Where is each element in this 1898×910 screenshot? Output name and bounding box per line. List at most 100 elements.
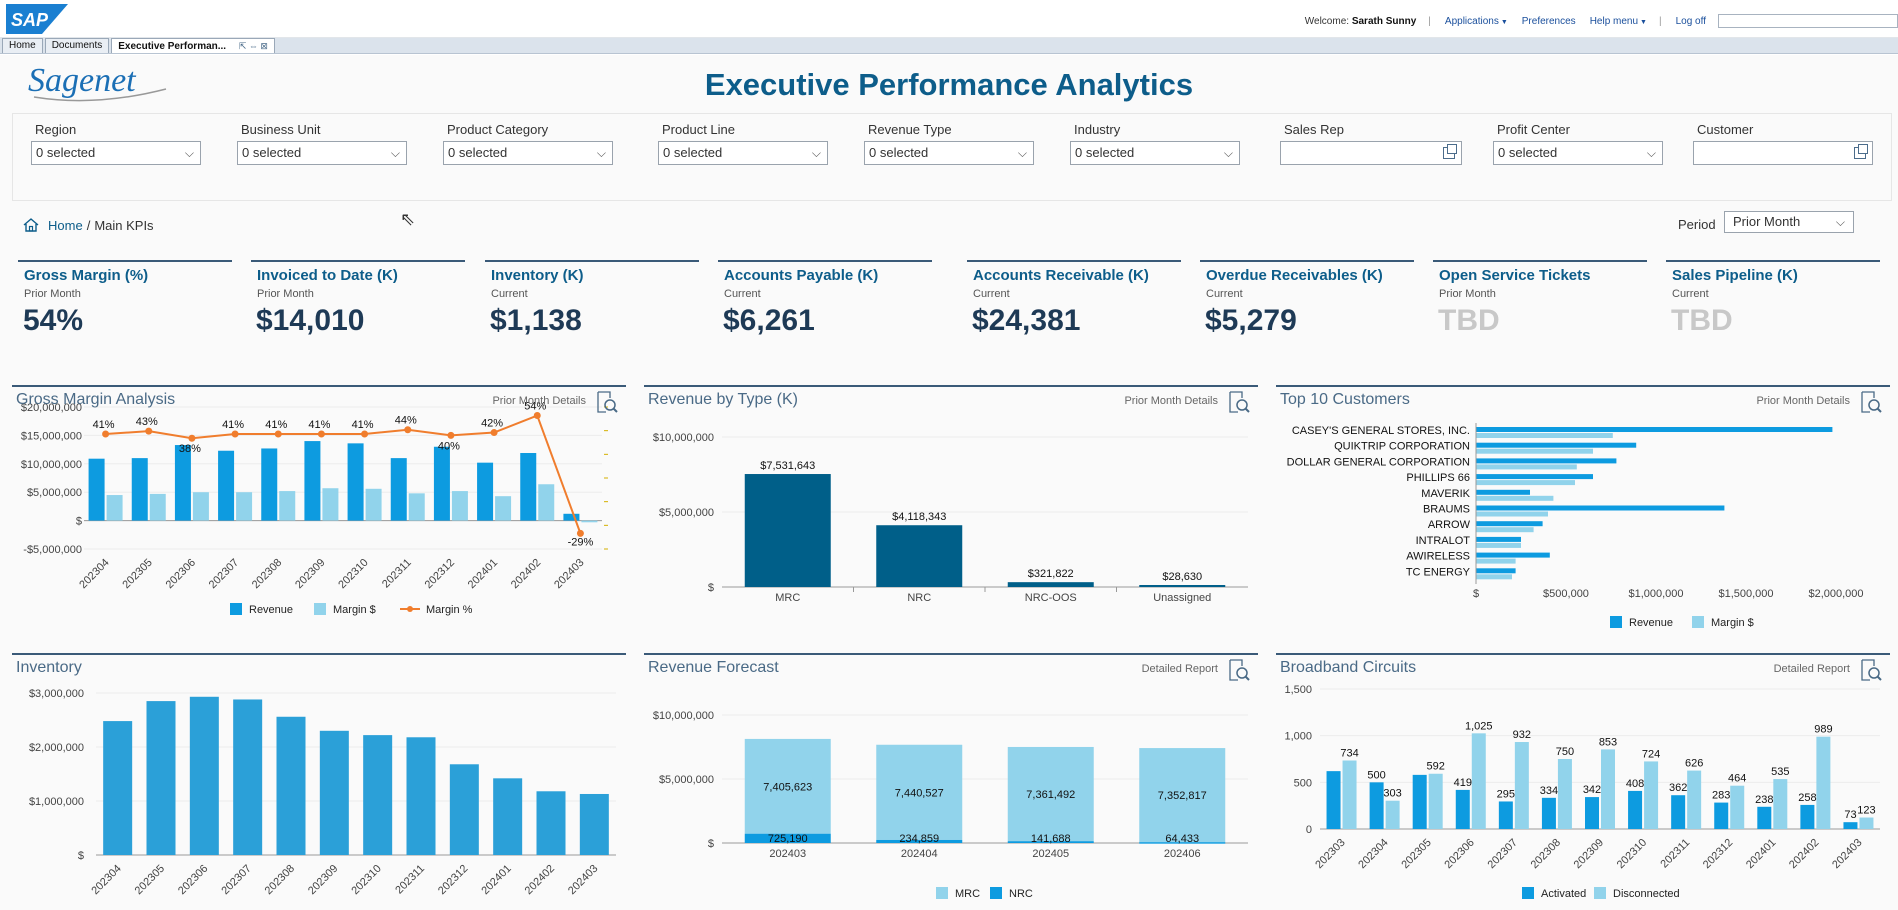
value-help-icon[interactable] [1854, 144, 1868, 159]
legend-swatch [1610, 616, 1622, 628]
bb-disconnected-label: 724 [1642, 748, 1660, 760]
breadcrumb-home-link[interactable]: Home [48, 218, 83, 233]
bb-disconnected-label: 989 [1814, 724, 1832, 736]
sap-logo[interactable]: SAP [6, 4, 68, 34]
kpi-invoiced-to-date[interactable]: Invoiced to Date (K) Prior Month $14,010 [251, 260, 465, 340]
customer-input[interactable] [1693, 141, 1873, 165]
details-link[interactable]: Prior Month Details [1124, 395, 1218, 407]
rt-value-label: $4,118,343 [892, 511, 946, 523]
region-select[interactable]: 0 selected ⌵ [31, 141, 201, 165]
legend-label: Revenue [1629, 617, 1673, 629]
gm-revenue-bar [131, 458, 148, 521]
detailed-report-link[interactable]: Detailed Report [1774, 663, 1850, 675]
tc-x-tick-label: $2,000,000 [1808, 588, 1863, 600]
profit-center-select[interactable]: 0 selected ⌵ [1493, 141, 1663, 165]
details-link[interactable]: Prior Month Details [1756, 395, 1850, 407]
broadband-circuits-chart[interactable]: 1,500 1,000 500 0 734 202303 500 303 202304 592 20… [1276, 655, 1890, 910]
inv-bar [319, 730, 349, 855]
portal-search-input[interactable] [1718, 14, 1898, 28]
period-select[interactable]: Prior Month ⌵ [1724, 211, 1854, 233]
bb-disconnected-bar [1557, 759, 1572, 829]
business-unit-select[interactable]: 0 selected ⌵ [237, 141, 407, 165]
detailed-report-link[interactable]: Detailed Report [1142, 663, 1218, 675]
tc-customer-label: CASEY'S GENERAL STORES, INC. [1292, 425, 1470, 437]
rt-y-tick-label: $10,000,000 [653, 432, 714, 444]
kpi-accounts-receivable[interactable]: Accounts Receivable (K) Current $24,381 [967, 260, 1181, 340]
magnify-report-icon[interactable] [1860, 658, 1882, 682]
gross-margin-chart[interactable]: $20,000,000$15,000,000$10,000,000$5,000,… [12, 387, 626, 687]
inventory-chart[interactable]: $3,000,000 $2,000,000 $1,000,000 $202304 202… [12, 655, 626, 910]
fc-category-label: 202406 [1164, 848, 1201, 860]
bb-disconnected-label: 464 [1728, 773, 1746, 785]
value-help-icon[interactable] [1443, 144, 1457, 159]
kpi-sales-pipeline[interactable]: Sales Pipeline (K) Current TBD [1666, 260, 1880, 340]
tc-margin-bar [1476, 495, 1554, 501]
inv-x-tick-label: 202309 [306, 863, 340, 897]
revenue-by-type-chart[interactable]: $10,000,000 $5,000,000 $ $7,531,643 MRC $4,11… [644, 387, 1258, 687]
preferences-link[interactable]: Preferences [1522, 16, 1576, 27]
home-icon[interactable] [22, 217, 40, 233]
portal-tabs: Home Documents Executive Performan... ⇱ … [0, 38, 1898, 54]
broadband-circuits-panel: 1,500 1,000 500 0 734 202303 500 303 202304 592 20… [1276, 653, 1890, 908]
kpi-title: Sales Pipeline (K) [1672, 267, 1798, 284]
magnify-report-icon[interactable] [596, 390, 618, 414]
tab-window-icons[interactable]: ⇱ ⇔ ⊠ [239, 41, 268, 51]
tc-revenue-bar [1476, 505, 1725, 511]
filter-product-category: Product Category 0 selected ⌵ [443, 122, 613, 165]
top-customers-chart[interactable]: CASEY'S GENERAL STORES, INC. QUIKTRIP COR… [1276, 387, 1890, 687]
log-off-link[interactable]: Log off [1676, 16, 1706, 27]
revenue-type-select[interactable]: 0 selected ⌵ [864, 141, 1034, 165]
kpi-subtitle: Current [491, 288, 528, 300]
magnify-report-icon[interactable] [1228, 390, 1250, 414]
kpi-title: Inventory (K) [491, 267, 584, 284]
bb-disconnected-label: 535 [1771, 766, 1789, 778]
bb-activated-label: 295 [1497, 788, 1515, 800]
bb-activated-label: 419 [1454, 777, 1472, 789]
tc-x-tick-label: $1,000,000 [1628, 588, 1683, 600]
kpi-value: $1,138 [490, 304, 582, 337]
gm-margin-pct-point [231, 430, 239, 438]
inv-x-tick-label: 202306 [176, 863, 210, 897]
bb-y-tick-label: 1,500 [1284, 684, 1312, 696]
applications-menu[interactable]: Applications ▼ [1445, 16, 1508, 27]
gm-revenue-bar [88, 458, 105, 521]
revenue-forecast-chart[interactable]: $10,000,000 $5,000,000 $7,405,623 725,190 20… [644, 655, 1258, 910]
filter-customer: Customer [1693, 122, 1873, 165]
chevron-down-icon: ⌵ [1017, 146, 1027, 160]
bb-activated-bar [1412, 774, 1427, 829]
sales-rep-input[interactable] [1280, 141, 1462, 165]
chevron-down-icon: ⌵ [1835, 215, 1845, 229]
gm-revenue-bar [563, 513, 580, 521]
kpi-accounts-payable[interactable]: Accounts Payable (K) Current $6,261 [718, 260, 932, 340]
tab-home[interactable]: Home [2, 38, 43, 53]
tc-margin-bar [1476, 574, 1512, 580]
product-category-select[interactable]: 0 selected ⌵ [443, 141, 613, 165]
gm-y-tick-label: $10,000,000 [21, 459, 82, 471]
magnify-report-icon[interactable] [1860, 390, 1882, 414]
breadcrumb: Home / Main KPIs [22, 217, 154, 233]
bb-x-tick-label: 202310 [1615, 837, 1649, 871]
filter-label: Sales Rep [1284, 122, 1344, 137]
industry-select[interactable]: 0 selected ⌵ [1070, 141, 1240, 165]
product-line-select[interactable]: 0 selected ⌵ [658, 141, 828, 165]
bb-activated-bar [1326, 771, 1341, 829]
magnify-report-icon[interactable] [1228, 658, 1250, 682]
kpi-overdue-receivables[interactable]: Overdue Receivables (K) Current $5,279 [1200, 260, 1414, 340]
filter-revenue-type: Revenue Type 0 selected ⌵ [864, 122, 1034, 165]
tc-margin-bar [1476, 480, 1575, 486]
inv-bar [406, 737, 436, 855]
tc-x-tick-label: $1,500,000 [1718, 588, 1773, 600]
inv-x-tick-label: 202403 [566, 863, 600, 897]
tc-customer-label: MAVERIK [1421, 488, 1470, 500]
kpi-gross-margin[interactable]: Gross Margin (%) Prior Month 54% [18, 260, 232, 340]
kpi-inventory[interactable]: Inventory (K) Current $1,138 [485, 260, 699, 340]
gm-x-tick-label: 202403 [552, 557, 586, 591]
bb-disconnected-bar [1859, 817, 1874, 829]
tab-documents[interactable]: Documents [44, 38, 110, 53]
inv-bar [103, 721, 133, 855]
help-menu[interactable]: Help menu ▼ [1590, 16, 1647, 27]
details-link[interactable]: Prior Month Details [492, 395, 586, 407]
inv-bar [146, 701, 176, 855]
tab-executive-performance[interactable]: Executive Performan... ⇱ ⇔ ⊠ [111, 38, 275, 53]
kpi-open-service-tickets[interactable]: Open Service Tickets Prior Month TBD [1433, 260, 1647, 340]
